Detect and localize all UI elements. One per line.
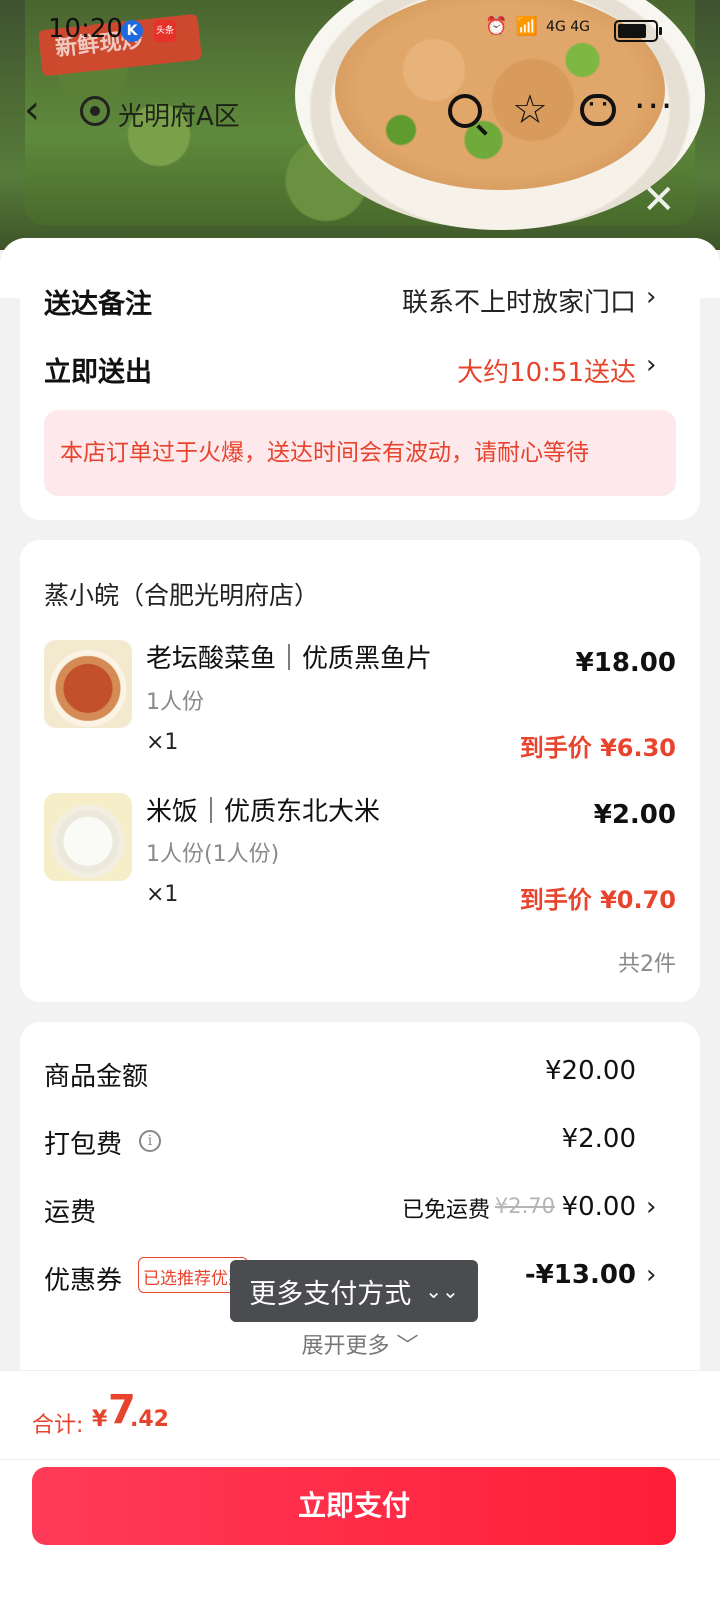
chat-icon[interactable] (580, 94, 616, 126)
chevron-right-icon[interactable]: › (646, 350, 656, 380)
delivery-note-label: 送达备注 (44, 289, 152, 320)
store-nav-bar: ‹ 光明府A区 ☆ · · · (0, 86, 720, 142)
alarm-icon: ⏰ (485, 16, 508, 37)
more-payment-label: 更多支付方式 (249, 1278, 412, 1310)
wifi-icon: 📶 (515, 16, 539, 37)
news-app-notification-icon: 头条 (154, 20, 176, 42)
star-icon[interactable]: ☆ (512, 86, 548, 134)
shipping-fee-label: 运费 (44, 1198, 97, 1228)
location-icon (80, 96, 110, 126)
delivery-time-value[interactable]: 大约10:51送达 (457, 352, 636, 389)
delivery-time-label: 立即送出 (44, 357, 152, 388)
battery-icon (614, 20, 662, 42)
chevron-right-icon[interactable]: › (646, 1192, 656, 1222)
network-label: 4G 4G (546, 18, 590, 35)
chevron-right-icon[interactable]: › (646, 1260, 656, 1290)
signal-icons: ⏰ 📶 4G 4G (485, 16, 590, 37)
total-label: 合计: (32, 1413, 84, 1438)
dish-name: 老坛酸菜鱼｜优质黑鱼片 (146, 644, 433, 674)
busy-notice: 本店订单过于火爆，送达时间会有波动，请耐心等待 (44, 410, 676, 496)
coupon-label: 优惠券 (44, 1266, 123, 1296)
more-icon[interactable]: ··· (634, 86, 674, 127)
dish-deal-price: 到手价 ¥0.70 (519, 886, 676, 914)
goods-amount-value: ¥20.00 (545, 1056, 636, 1086)
dish-spec: 1人份 (146, 690, 204, 715)
shipping-fee-value[interactable]: ¥0.00 (562, 1192, 636, 1222)
delivery-note-value[interactable]: 联系不上时放家门口 (402, 282, 636, 319)
chevron-right-icon[interactable]: › (646, 282, 656, 312)
store-name: 蒸小皖（合肥光明府店） (44, 581, 320, 610)
dish-spec: 1人份(1人份) (146, 842, 280, 867)
search-icon[interactable] (448, 94, 482, 128)
double-chevron-down-icon: ⌄⌄ (425, 1279, 459, 1303)
dish-name: 米饭｜优质东北大米 (146, 797, 381, 827)
coupon-value[interactable]: -¥13.00 (525, 1260, 636, 1290)
status-bar: 10:20 K 头条 ⏰ 📶 4G 4G (0, 14, 720, 50)
dish-deal-price: 到手价 ¥6.30 (519, 734, 676, 762)
checkout-footer: 合计: ¥ 7 .42 立即支付 (0, 1370, 720, 1600)
shipping-original-price: ¥2.70 (494, 1194, 555, 1218)
location-label[interactable]: 光明府A区 (118, 96, 240, 133)
expand-more-link[interactable]: 展开更多 ﹀ (0, 1328, 720, 1360)
shipping-free-badge: 已免运费 (401, 1198, 490, 1223)
total-amount-decimal: .42 (130, 1407, 169, 1432)
dish-image (44, 793, 132, 881)
app-notification-icon: K (121, 20, 143, 42)
dish-quantity: ×1 (146, 882, 179, 907)
total-currency: ¥ (92, 1407, 108, 1432)
info-icon[interactable]: i (139, 1130, 161, 1152)
store-banner: 新鲜现炒 10:20 K 头条 ⏰ 📶 4G 4G ‹ 光明府A区 ☆ · · · … (0, 0, 720, 250)
goods-amount-label: 商品金额 (44, 1062, 149, 1092)
dish-price: ¥18.00 (575, 648, 676, 678)
dish-price: ¥2.00 (593, 800, 676, 830)
status-time: 10:20 (48, 14, 123, 44)
packing-fee-label: 打包费 (44, 1130, 123, 1160)
close-icon[interactable]: ✕ (642, 180, 676, 220)
packing-fee-value: ¥2.00 (561, 1124, 636, 1154)
more-payment-toast[interactable]: 更多支付方式 ⌄⌄ (230, 1260, 478, 1322)
pay-now-button[interactable]: 立即支付 (32, 1467, 676, 1545)
dish-image (44, 640, 132, 728)
item-total-count: 共2件 (618, 952, 676, 977)
back-icon[interactable]: ‹ (24, 90, 40, 130)
dish-quantity: ×1 (146, 730, 179, 755)
